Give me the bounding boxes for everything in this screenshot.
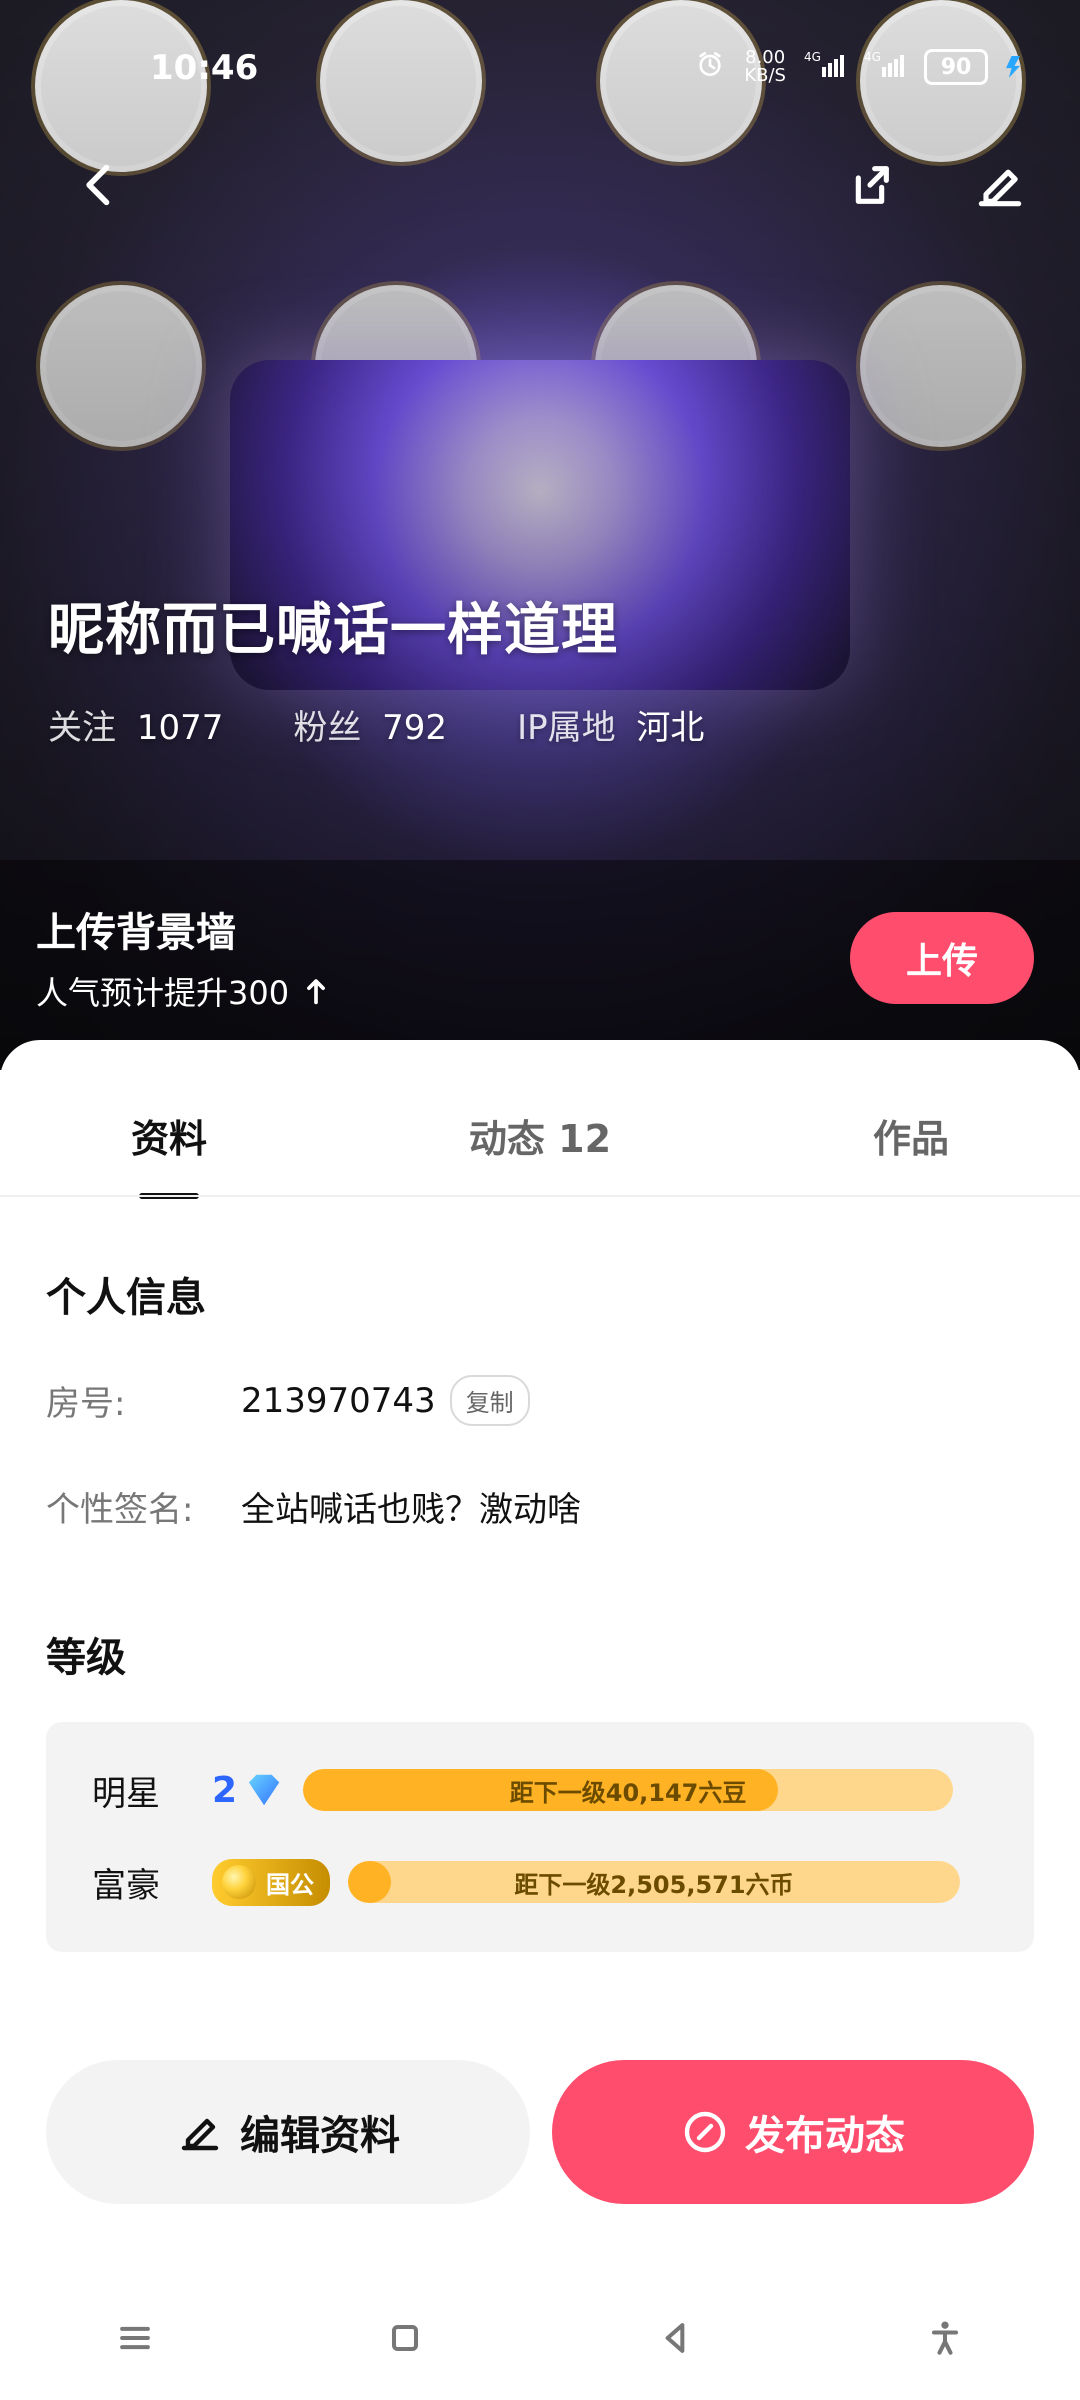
publish-moment-button[interactable]: 发布动态 — [552, 2060, 1034, 2204]
rich-level-label: 富豪 — [92, 1865, 160, 1906]
battery-indicator: 90 — [924, 49, 988, 85]
fans-stat[interactable]: 粉丝 792 — [293, 700, 447, 749]
edit-profile-button[interactable]: 编辑资料 — [46, 2060, 530, 2204]
star-level-label: 明星 — [92, 1773, 160, 1814]
svg-text:4G: 4G — [804, 50, 821, 64]
signature-label: 个性签名: — [46, 1490, 194, 1530]
signature-value: 全站喊话也贱？激动啥 — [241, 1490, 581, 1530]
signal-icon-1: 4G — [804, 49, 846, 85]
tab-works[interactable]: 作品 — [853, 1098, 969, 1173]
recent-apps-button[interactable] — [100, 2303, 170, 2373]
arrow-up-icon — [307, 979, 326, 1005]
network-speed: 8.00 KB/S — [744, 47, 786, 86]
coin-icon — [222, 1865, 256, 1899]
rich-level-progress-text: 距下一级2,505,571六币 — [514, 1870, 794, 1899]
charging-icon — [1006, 56, 1020, 78]
room-number-row: 房号: 213970743 复制 — [46, 1375, 530, 1426]
follow-stat[interactable]: 关注 1077 — [48, 700, 223, 749]
share-icon — [855, 166, 889, 204]
diamond-icon — [248, 1774, 280, 1806]
rich-level-progress: 距下一级2,505,571六币 — [348, 1861, 960, 1903]
alarm-icon — [694, 48, 726, 86]
signature-row: 个性签名: 全站喊话也贱？激动啥 — [46, 1482, 581, 1531]
status-bar: 10:46 8.00 KB/S 4G 4G 90 — [0, 0, 1080, 140]
star-level-progress: 距下一级40,147六豆 — [303, 1769, 954, 1811]
square-icon — [391, 2324, 419, 2351]
back-icon — [86, 164, 110, 206]
personal-info-title: 个人信息 — [46, 1275, 206, 1321]
upload-background-subtitle: 人气预计提升300 — [36, 968, 333, 1014]
status-time: 10:46 — [150, 48, 259, 88]
nickname: 昵称而已喊话一样道理 — [48, 598, 618, 663]
compose-icon — [684, 2111, 726, 2153]
edit-profile-top-button[interactable] — [965, 150, 1035, 220]
status-icons: 8.00 KB/S 4G 4G 90 — [694, 48, 1020, 86]
accessibility-button[interactable] — [910, 2303, 980, 2373]
accessibility-icon — [931, 2321, 959, 2355]
tab-profile[interactable]: 资料 — [111, 1098, 227, 1173]
upload-button[interactable]: 上传 — [850, 912, 1034, 1004]
room-number-value: 213970743 — [241, 1380, 436, 1421]
triangle-back-icon — [665, 2322, 685, 2353]
bottom-actions: 编辑资料 发布动态 — [46, 2060, 1034, 2204]
svg-text:4G: 4G — [864, 50, 881, 64]
system-navigation-bar — [0, 2275, 1080, 2400]
signal-icon-2: 4G — [864, 49, 906, 85]
star-level-badge: 2 — [212, 1770, 283, 1811]
levels-title: 等级 — [46, 1635, 126, 1681]
back-system-button[interactable] — [640, 2303, 710, 2373]
rich-level-badge: 国公 — [212, 1858, 330, 1906]
profile-background: 10:46 8.00 KB/S 4G 4G 90 昵称而已喊话一样道理 关注 1… — [0, 0, 1080, 1070]
profile-stats: 关注 1077 粉丝 792 IP属地 河北 — [48, 700, 704, 749]
pencil-icon — [181, 2118, 219, 2151]
upload-background-title: 上传背景墙 — [36, 910, 236, 956]
share-button[interactable] — [835, 150, 905, 220]
star-level-progress-text: 距下一级40,147六豆 — [509, 1778, 747, 1807]
level-row-rich: 富豪 国公 距下一级2,505,571六币 — [46, 1842, 1034, 1922]
tabs-divider — [0, 1195, 1080, 1197]
back-button[interactable] — [65, 150, 135, 220]
profile-tabs: 资料 动态 12 作品 — [0, 1070, 1080, 1200]
home-button[interactable] — [370, 2303, 440, 2373]
copy-room-number-button[interactable]: 复制 — [449, 1375, 530, 1426]
edit-icon — [978, 169, 1022, 207]
menu-icon — [120, 2326, 150, 2349]
tab-moments[interactable]: 动态 12 — [449, 1098, 631, 1173]
ip-location: IP属地 河北 — [517, 708, 705, 748]
room-number-label: 房号: — [46, 1384, 126, 1424]
level-row-star: 明星 2 距下一级40,147六豆 — [46, 1750, 1034, 1830]
